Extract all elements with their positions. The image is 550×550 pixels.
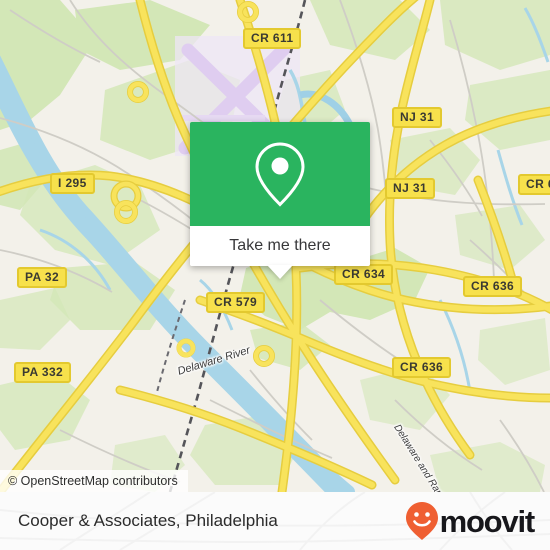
osm-attribution[interactable]: © OpenStreetMap contributors xyxy=(0,470,188,492)
road-shield-pa-32[interactable]: PA 32 xyxy=(17,267,68,288)
road-shield-i-295[interactable]: I 295 xyxy=(50,173,95,194)
road-shield-pa-332[interactable]: PA 332 xyxy=(14,362,72,383)
moovit-smiley-pin-icon xyxy=(405,502,438,540)
map-canvas[interactable]: Delaware River Delaware and Raritan CR 6… xyxy=(0,0,550,492)
road-shield-cr-636-east[interactable]: CR 636 xyxy=(463,276,523,297)
moovit-wordmark: moovit xyxy=(439,503,536,539)
road-shield-cr-63[interactable]: CR 63 xyxy=(518,174,550,195)
road-shield-cr-634[interactable]: CR 634 xyxy=(334,264,394,285)
road-shield-cr-611[interactable]: CR 611 xyxy=(243,28,302,49)
road-shield-cr-636-south[interactable]: CR 636 xyxy=(392,357,452,378)
road-shield-nj-31-south[interactable]: NJ 31 xyxy=(385,178,436,199)
bottom-info-bar: Cooper & Associates, Philadelphia moovit xyxy=(0,492,550,550)
popup-pointer-tail xyxy=(267,265,293,279)
take-me-there-button[interactable]: Take me there xyxy=(190,226,370,266)
moovit-logo[interactable]: moovit xyxy=(405,501,536,541)
road-shield-cr-579[interactable]: CR 579 xyxy=(206,292,266,313)
location-pin-icon xyxy=(255,142,305,207)
moovit-map-screenshot: Delaware River Delaware and Raritan CR 6… xyxy=(0,0,550,550)
popup-pin-panel xyxy=(190,122,370,226)
osm-attribution-text: © OpenStreetMap contributors xyxy=(8,474,178,488)
destination-popup-card[interactable]: Take me there xyxy=(190,122,370,279)
place-title: Cooper & Associates, Philadelphia xyxy=(18,511,278,530)
take-me-there-label: Take me there xyxy=(229,237,331,254)
road-shield-nj-31-north[interactable]: NJ 31 xyxy=(392,107,443,128)
